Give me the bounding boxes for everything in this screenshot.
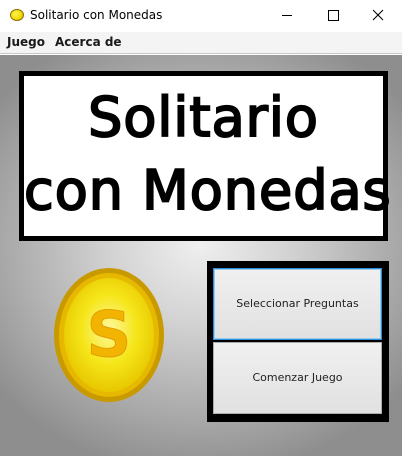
minimize-icon xyxy=(282,15,292,16)
coin-icon xyxy=(10,9,24,21)
select-questions-button[interactable]: Seleccionar Preguntas xyxy=(213,268,382,340)
coin-letter: S xyxy=(87,298,132,371)
title-line-1: Solitario xyxy=(87,86,319,149)
menu-juego[interactable]: Juego xyxy=(7,35,45,49)
menu-bar: Juego Acerca de xyxy=(0,32,402,54)
main-content: Solitario con Monedas S Seleccionar Preg… xyxy=(0,55,402,456)
start-game-button[interactable]: Comenzar Juego xyxy=(213,342,382,414)
window-title: Solitario con Monedas xyxy=(30,8,163,22)
title-banner: Solitario con Monedas xyxy=(19,71,392,241)
coin-image: S xyxy=(54,268,164,402)
title-line-2: con Monedas xyxy=(23,159,392,222)
menu-acerca-de[interactable]: Acerca de xyxy=(55,35,122,49)
button-panel: Seleccionar Preguntas Comenzar Juego xyxy=(207,261,389,422)
close-button[interactable] xyxy=(356,0,402,31)
maximize-icon xyxy=(328,10,339,21)
maximize-button[interactable] xyxy=(310,0,356,31)
close-icon xyxy=(372,9,384,21)
title-bar: Solitario con Monedas xyxy=(0,0,402,32)
minimize-button[interactable] xyxy=(264,0,310,31)
